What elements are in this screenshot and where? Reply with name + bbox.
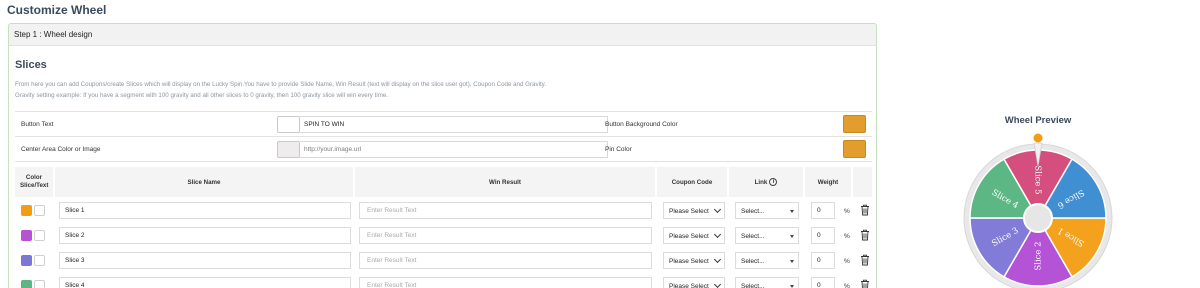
link-select[interactable]: Select... bbox=[735, 227, 799, 244]
text-color-swatch[interactable] bbox=[34, 230, 45, 241]
trash-icon[interactable] bbox=[860, 229, 870, 241]
win-result-input[interactable] bbox=[359, 252, 652, 269]
slice-color-swatch[interactable] bbox=[21, 230, 32, 241]
center-area-label: Center Area Color or Image bbox=[21, 146, 101, 153]
table-row: Please Select Select... % bbox=[15, 222, 872, 247]
chevron-down-icon bbox=[713, 255, 722, 264]
col-actions-header bbox=[853, 167, 872, 197]
coupon-code-select[interactable]: Please Select bbox=[663, 277, 725, 288]
table-row: Please Select Select... % bbox=[15, 272, 872, 288]
button-text-color-swatch[interactable] bbox=[277, 116, 300, 133]
slice-color-swatch[interactable] bbox=[21, 280, 32, 288]
pin-color-label: Pin Color bbox=[605, 146, 632, 153]
text-color-swatch[interactable] bbox=[34, 205, 45, 216]
coupon-code-select[interactable]: Please Select bbox=[663, 227, 725, 244]
table-row: Please Select Select... % bbox=[15, 247, 872, 272]
options-row-1: Button Text Button Background Color bbox=[15, 112, 872, 137]
button-text-input[interactable] bbox=[300, 116, 608, 133]
slice-name-input[interactable] bbox=[59, 202, 351, 219]
page-title: Customize Wheel bbox=[7, 3, 107, 17]
slices-description: From here you can add Coupons/create Sli… bbox=[15, 81, 547, 88]
wheel-slice-label: Slice 5 bbox=[1033, 165, 1043, 194]
chevron-down-icon bbox=[713, 230, 722, 239]
step-header[interactable]: Step 1 : Wheel design bbox=[9, 24, 876, 46]
caret-down-icon bbox=[790, 260, 794, 263]
button-bg-color-label: Button Background Color bbox=[605, 121, 678, 128]
center-image-url-input[interactable] bbox=[300, 141, 608, 158]
caret-down-icon bbox=[790, 235, 794, 238]
weight-input[interactable] bbox=[811, 227, 835, 244]
wheel-slice-label: Slice 2 bbox=[1034, 241, 1044, 270]
caret-down-icon bbox=[790, 210, 794, 213]
trash-icon[interactable] bbox=[860, 204, 870, 216]
center-area-color-swatch[interactable] bbox=[277, 141, 300, 158]
percent-label: % bbox=[844, 208, 850, 215]
chevron-down-icon bbox=[713, 280, 722, 288]
wheel-preview-title: Wheel Preview bbox=[1004, 115, 1072, 126]
trash-icon[interactable] bbox=[860, 279, 870, 288]
wheel-options-table: Button Text Button Background Color Cent… bbox=[15, 111, 872, 162]
gravity-example: Gravity setting example: If you have a s… bbox=[15, 92, 389, 99]
wheel-pin-head bbox=[1033, 133, 1043, 143]
wheel-design-panel: Step 1 : Wheel design Slices From here y… bbox=[8, 23, 877, 288]
table-row: Please Select Select... % bbox=[15, 197, 872, 222]
weight-input[interactable] bbox=[811, 252, 835, 269]
pin-color-picker[interactable] bbox=[843, 140, 866, 158]
coupon-code-select[interactable]: Please Select bbox=[663, 252, 725, 269]
col-name-header: Slice Name bbox=[55, 167, 355, 197]
win-result-input[interactable] bbox=[359, 277, 652, 288]
slices-title: Slices bbox=[15, 59, 47, 71]
slice-name-input[interactable] bbox=[59, 277, 351, 288]
link-select[interactable]: Select... bbox=[735, 202, 799, 219]
slice-color-swatch[interactable] bbox=[21, 205, 32, 216]
col-weight-header: Weight bbox=[805, 167, 853, 197]
col-link-header: Link i bbox=[729, 167, 805, 197]
wheel-preview: Slice 1Slice 2Slice 3Slice 4Slice 5Slice… bbox=[963, 133, 1113, 288]
col-coupon-header: Coupon Code bbox=[657, 167, 729, 197]
percent-label: % bbox=[844, 258, 850, 265]
slice-name-input[interactable] bbox=[59, 252, 351, 269]
slices-table-header: Color Slice/Text Slice Name Win Result C… bbox=[15, 167, 872, 197]
link-select[interactable]: Select... bbox=[735, 277, 799, 288]
slice-color-swatch[interactable] bbox=[21, 255, 32, 266]
chevron-down-icon bbox=[713, 205, 722, 214]
options-row-2: Center Area Color or Image Pin Color bbox=[15, 137, 872, 162]
slices-table: Color Slice/Text Slice Name Win Result C… bbox=[15, 167, 872, 288]
trash-icon[interactable] bbox=[860, 254, 870, 266]
text-color-swatch[interactable] bbox=[34, 280, 45, 288]
button-bg-color-picker[interactable] bbox=[843, 115, 866, 133]
col-result-header: Win Result bbox=[355, 167, 657, 197]
slice-name-input[interactable] bbox=[59, 227, 351, 244]
link-select[interactable]: Select... bbox=[735, 252, 799, 269]
wheel-center-hub[interactable] bbox=[1023, 203, 1053, 233]
percent-label: % bbox=[844, 283, 850, 288]
win-result-input[interactable] bbox=[359, 202, 652, 219]
weight-input[interactable] bbox=[811, 202, 835, 219]
button-text-label: Button Text bbox=[21, 121, 54, 128]
text-color-swatch[interactable] bbox=[34, 255, 45, 266]
coupon-code-select[interactable]: Please Select bbox=[663, 202, 725, 219]
win-result-input[interactable] bbox=[359, 227, 652, 244]
percent-label: % bbox=[844, 233, 850, 240]
col-color-header: Color Slice/Text bbox=[15, 167, 55, 197]
info-icon[interactable]: i bbox=[769, 178, 778, 186]
weight-input[interactable] bbox=[811, 277, 835, 288]
